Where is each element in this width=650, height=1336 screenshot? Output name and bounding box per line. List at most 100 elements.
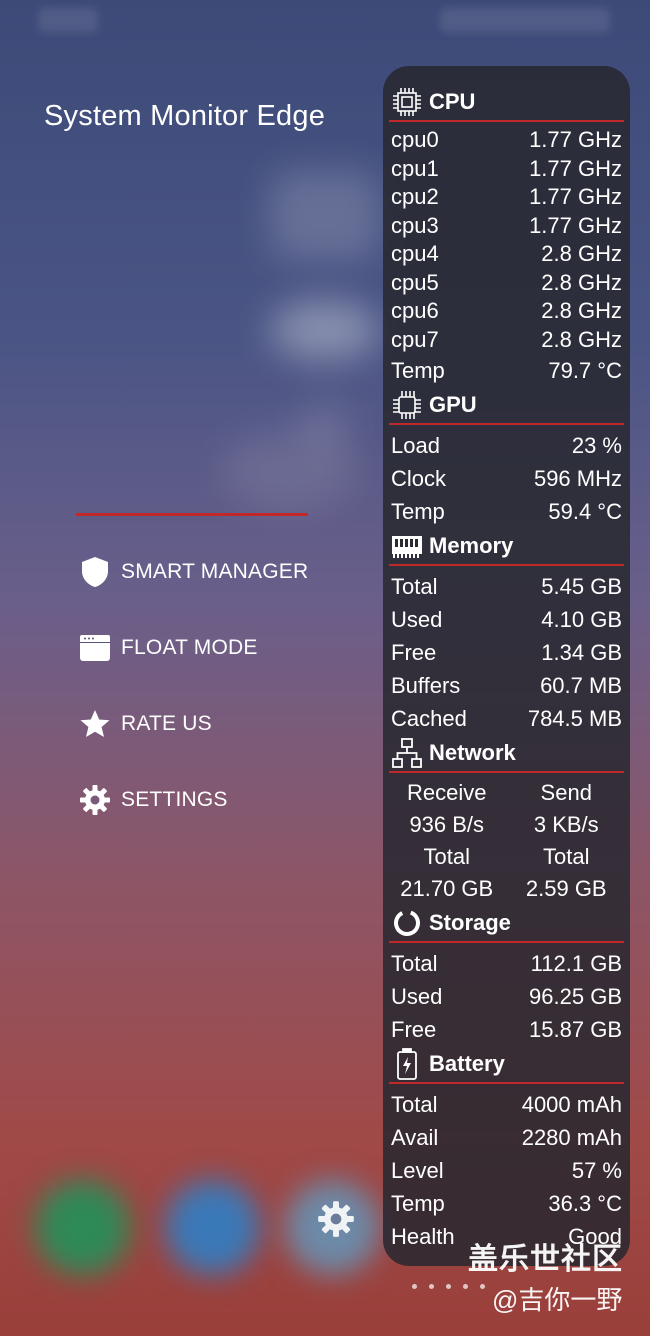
gpu-chip-icon: [391, 389, 423, 421]
section-title: Storage: [429, 910, 511, 935]
row-label: Free: [391, 1016, 437, 1042]
battery-row: Temp 36.3 °C: [383, 1187, 630, 1220]
memory-module-icon: [391, 530, 423, 562]
memory-row: Buffers 60.7 MB: [383, 669, 630, 702]
page-indicator: [412, 1284, 485, 1289]
storage-row: Used 96.25 GB: [383, 980, 630, 1013]
cpu-row: cpu6 2.8 GHz: [383, 297, 630, 326]
section-divider: [389, 771, 624, 773]
monitor-panel[interactable]: CPU cpu0 1.77 GHz cpu1 1.77 GHz cpu2 1.77 G…: [383, 66, 630, 1266]
section-title: Memory: [429, 533, 514, 558]
battery-charging-icon: [391, 1048, 423, 1080]
wallpaper-cloud-blur: [270, 300, 380, 360]
status-bar-icons: [440, 8, 610, 32]
row-value: 36.3 °C: [548, 1190, 622, 1216]
cpu-section-header: CPU: [383, 84, 630, 120]
row-label: cpu1: [391, 155, 439, 181]
dock-app-phone: [35, 1180, 130, 1275]
gpu-section-header: GPU: [383, 387, 630, 423]
row-value: 5.45 GB: [541, 573, 622, 599]
wallpaper-clock-blur: [270, 170, 380, 260]
battery-row: Level 57 %: [383, 1154, 630, 1187]
row-label: Health: [391, 1223, 455, 1249]
row-label: Temp: [391, 1190, 445, 1216]
row-label: Avail: [391, 1124, 439, 1150]
row-value: 2.8 GHz: [541, 269, 622, 295]
network-total-label: Total: [543, 844, 590, 869]
section-divider: [389, 1082, 624, 1084]
shield-icon: [78, 555, 112, 589]
storage-row: Free 15.87 GB: [383, 1013, 630, 1046]
menu-item-settings[interactable]: SETTINGS: [78, 762, 338, 838]
row-label: Used: [391, 983, 443, 1009]
row-label: Clock: [391, 465, 447, 491]
memory-row: Free 1.34 GB: [383, 636, 630, 669]
gear-icon: [78, 783, 112, 817]
gear-icon: [318, 1201, 354, 1237]
memory-row: Cached 784.5 MB: [383, 702, 630, 735]
page-dot: [480, 1284, 485, 1289]
row-value: 784.5 MB: [527, 705, 622, 731]
window-icon: [78, 631, 112, 665]
battery-section-header: Battery: [383, 1046, 630, 1082]
page-dot: [429, 1284, 434, 1289]
wallpaper-blur: [220, 430, 360, 510]
row-value: 15.87 GB: [529, 1016, 622, 1042]
watermark-author: @吉你一野: [492, 1285, 623, 1315]
row-label: cpu7: [391, 326, 439, 352]
section-title: CPU: [429, 89, 476, 114]
row-value: 1.77 GHz: [529, 212, 622, 238]
row-label: cpu4: [391, 241, 439, 267]
battery-row: Avail 2280 mAh: [383, 1121, 630, 1154]
cpu-row: cpu4 2.8 GHz: [383, 240, 630, 269]
section-divider: [389, 423, 624, 425]
storage-ring-icon: [391, 907, 423, 939]
watermark-title: 盖乐世社区: [468, 1243, 623, 1276]
network-send-total: 2.59 GB: [525, 876, 607, 901]
network-icon: [391, 737, 423, 769]
gpu-row: Clock 596 MHz: [383, 462, 630, 495]
row-value: 2280 mAh: [521, 1124, 622, 1150]
row-label: cpu2: [391, 184, 439, 210]
row-value: 4.10 GB: [541, 606, 622, 632]
menu-item-label: SETTINGS: [121, 788, 228, 811]
row-value: 596 MHz: [533, 465, 622, 491]
row-value: 1.77 GHz: [529, 184, 622, 210]
app-title: System Monitor Edge: [44, 100, 326, 132]
row-value: 60.7 MB: [540, 672, 622, 698]
storage-row: Total 112.1 GB: [383, 947, 630, 980]
row-label: cpu3: [391, 212, 439, 238]
memory-section-header: Memory: [383, 528, 630, 564]
row-value: 2.8 GHz: [541, 241, 622, 267]
cpu-row: cpu3 1.77 GHz: [383, 212, 630, 241]
cpu-row: cpu5 2.8 GHz: [383, 269, 630, 298]
section-divider: [389, 941, 624, 943]
network-stats: Receive Send 936 B/s 3 KB/s Total Total …: [383, 777, 630, 905]
row-value: 57 %: [571, 1157, 622, 1183]
cpu-row: cpu2 1.77 GHz: [383, 183, 630, 212]
status-bar-time: [38, 8, 98, 32]
section-title: GPU: [429, 392, 477, 417]
menu-item-rate-us[interactable]: RATE US: [78, 686, 338, 762]
network-receive-total: 21.70 GB: [400, 876, 494, 901]
memory-row: Used 4.10 GB: [383, 603, 630, 636]
network-send-label: Send: [540, 780, 592, 805]
row-label: Total: [391, 573, 438, 599]
menu-item-float-mode[interactable]: FLOAT MODE: [78, 610, 338, 686]
storage-section-header: Storage: [383, 905, 630, 941]
row-label: Temp: [391, 498, 445, 524]
menu-item-smart-manager[interactable]: SMART MANAGER: [78, 534, 338, 610]
cpu-temp-row: Temp 79.7 °C: [383, 354, 630, 387]
row-label: Temp: [391, 357, 445, 383]
network-section-header: Network: [383, 735, 630, 771]
row-value: 23 %: [571, 432, 622, 458]
row-label: Level: [391, 1157, 444, 1183]
row-value: 4000 mAh: [521, 1091, 622, 1117]
row-value: 1.77 GHz: [529, 155, 622, 181]
cpu-row: cpu7 2.8 GHz: [383, 326, 630, 355]
section-title: Battery: [429, 1051, 505, 1076]
row-value: 96.25 GB: [529, 983, 622, 1009]
section-title: Network: [429, 740, 516, 765]
menu-item-label: SMART MANAGER: [121, 560, 309, 583]
row-label: cpu0: [391, 127, 439, 153]
